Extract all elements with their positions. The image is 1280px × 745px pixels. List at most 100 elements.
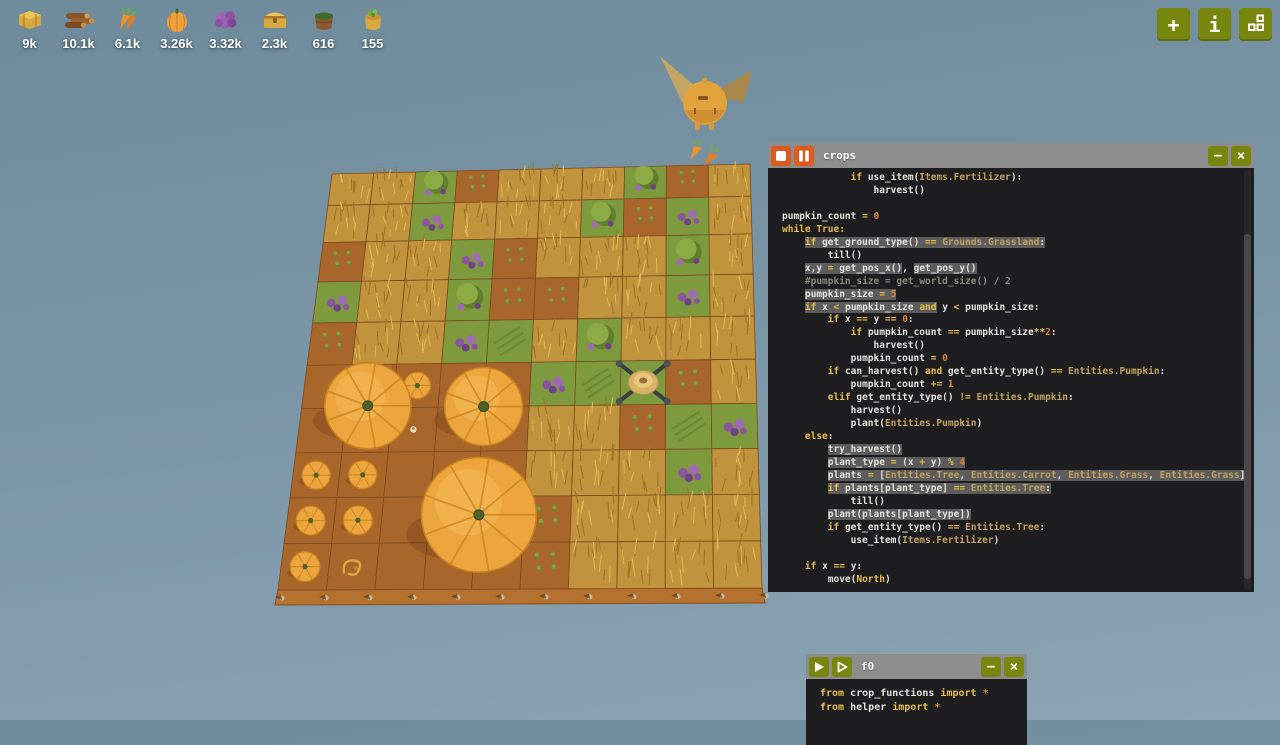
- farm-tile-w: [623, 234, 667, 276]
- treasure-icon: [258, 5, 292, 35]
- carrot-icon: [111, 5, 145, 35]
- resource-carrot: 6.1k: [103, 5, 152, 51]
- hay-icon: [13, 5, 47, 35]
- code-line: till(): [782, 496, 1254, 509]
- farm-tile-b: [409, 203, 455, 241]
- farm-tile-w: [452, 199, 497, 240]
- farm-platform-side: [275, 588, 765, 605]
- minimize-button[interactable]: −: [1208, 146, 1228, 166]
- resource-count: 10.1k: [62, 36, 95, 51]
- farm-tile-b: [313, 281, 362, 323]
- code-text-crops[interactable]: if use_item(Items.Fertilizer): harvest()…: [768, 168, 1254, 587]
- resource-count: 155: [362, 36, 384, 51]
- falling-carrots: [690, 140, 719, 166]
- window-f0-titlebar[interactable]: f0 − ×: [806, 654, 1027, 679]
- farm-tile-w: [538, 195, 582, 239]
- code-line: if plants[plant_type] == Entities.Tree:: [782, 483, 1254, 496]
- code-line: from helper import *: [820, 701, 1027, 715]
- farm-tile-w: [666, 316, 711, 360]
- gourd-icon: [356, 5, 390, 35]
- farm-tile-w: [712, 446, 760, 494]
- farm-tile-c: [533, 277, 579, 319]
- farm-tile-w: [622, 273, 666, 318]
- code-text-f0[interactable]: from crop_functions import *from helper …: [806, 679, 1027, 714]
- farm-tile-b: [665, 449, 712, 495]
- code-line: plants = [Entities.Tree, Entities.Carrot…: [782, 470, 1254, 483]
- farm-tile-p: [284, 498, 337, 544]
- code-line: if get_entity_type() == Entities.Tree:: [782, 522, 1254, 535]
- farm-tile-w: [366, 202, 413, 242]
- window-f0: f0 − × from crop_functions import *from …: [806, 654, 1027, 745]
- farm-tile-w: [709, 195, 752, 235]
- code-line: while True:: [782, 224, 1254, 237]
- window-crops-titlebar[interactable]: crops − ×: [768, 143, 1254, 168]
- code-editor-f0[interactable]: from crop_functions import *from helper …: [806, 679, 1027, 745]
- code-line: use_item(Items.Fertilizer): [782, 535, 1254, 548]
- farm-tile-w: [352, 316, 401, 365]
- farm-tile-b: [442, 320, 490, 363]
- pot-icon: [307, 5, 341, 35]
- add-window-button[interactable]: +: [1157, 8, 1190, 41]
- code-editor-crops[interactable]: if use_item(Items.Fertilizer): harvest()…: [768, 168, 1254, 592]
- farm-tile-t: [580, 199, 624, 237]
- resource-bar: 9k10.1k6.1k3.26k3.32k2.3k616155: [5, 5, 397, 51]
- stop-button[interactable]: [771, 146, 791, 166]
- pause-button[interactable]: [794, 146, 814, 166]
- resource-count: 3.32k: [209, 36, 242, 51]
- close-button[interactable]: ×: [1231, 146, 1251, 166]
- farm-tile-w: [527, 399, 575, 451]
- resource-berry: 3.32k: [201, 5, 250, 51]
- farm-tile-w: [539, 164, 582, 201]
- code-line: plant(Entities.Pumpkin): [782, 418, 1254, 431]
- resource-wood: 10.1k: [54, 5, 103, 51]
- farm-tile-w: [401, 278, 449, 321]
- code-line: [782, 548, 1254, 561]
- farm-tile-w: [328, 173, 374, 206]
- scrollbar-track[interactable]: [1244, 170, 1251, 590]
- minimize-button[interactable]: −: [981, 657, 1001, 677]
- code-line: harvest(): [782, 185, 1254, 198]
- window-layout-icon: [1247, 13, 1265, 37]
- farm-tile-t: [413, 171, 458, 204]
- code-line: pumpkin_count = 0: [782, 211, 1254, 224]
- scrollbar-thumb[interactable]: [1244, 234, 1251, 579]
- code-line: harvest(): [782, 405, 1254, 418]
- farm-tile-t: [576, 318, 622, 362]
- code-line: if pumpkin_count == pumpkin_size**2:: [782, 327, 1254, 340]
- code-line: plant_type = (x + y) % 4: [782, 457, 1254, 470]
- farm-tile-b: [666, 275, 710, 317]
- code-line: x,y = get_pos_x(), get_pos_y(): [782, 263, 1254, 276]
- code-line: plant(plants[plant_type]): [782, 509, 1254, 522]
- resource-gourd: 155: [348, 5, 397, 51]
- farm-tile-t: [666, 235, 710, 276]
- run-button[interactable]: [809, 657, 829, 677]
- farm-tile-w: [579, 230, 623, 277]
- code-line: #pumpkin_size = get_world_size() / 2: [782, 276, 1254, 289]
- code-line: if x < pumpkin_size and y < pumpkin_size…: [782, 302, 1254, 315]
- farm-tile-w: [397, 318, 445, 364]
- farm-tile-w: [710, 271, 755, 316]
- code-line: if x == y == 0:: [782, 314, 1254, 327]
- code-line: [782, 198, 1254, 211]
- farm-tile-w: [536, 231, 581, 278]
- resource-count: 9k: [22, 36, 36, 51]
- resource-hay: 9k: [5, 5, 54, 51]
- farm-tile-g: [575, 361, 621, 405]
- pumpkin-icon: [160, 5, 194, 35]
- farm-tile-c: [520, 542, 570, 589]
- code-line: pumpkin_count += 1: [782, 379, 1254, 392]
- window-layout-button[interactable]: [1239, 8, 1272, 41]
- farm-tile-w: [323, 201, 370, 243]
- farm-tile-b: [529, 362, 576, 406]
- farm-tile-w: [619, 444, 666, 495]
- resource-count: 616: [313, 36, 335, 51]
- resource-count: 3.26k: [160, 36, 193, 51]
- farm-tile-t: [445, 279, 492, 321]
- step-button[interactable]: [832, 657, 852, 677]
- info-button[interactable]: i: [1198, 8, 1231, 41]
- code-line: try_harvest(): [782, 444, 1254, 457]
- farm-scene[interactable]: [268, 156, 778, 618]
- farm-tile-p: [337, 452, 388, 498]
- close-button[interactable]: ×: [1004, 657, 1024, 677]
- farm-tile-w: [621, 313, 666, 361]
